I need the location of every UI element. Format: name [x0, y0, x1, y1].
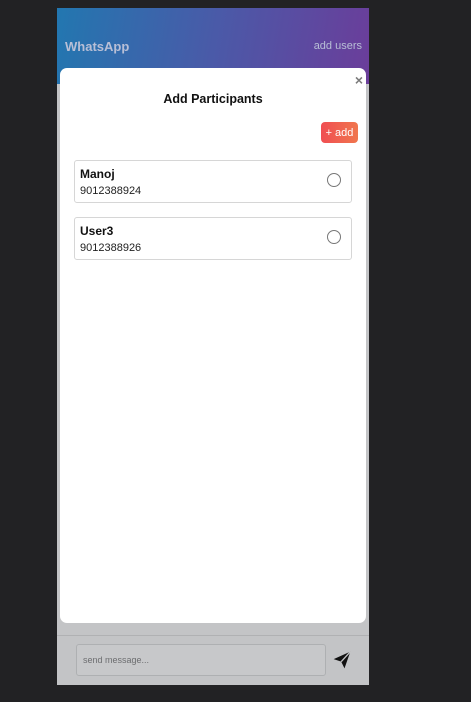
add-users-link[interactable]: add users [314, 40, 362, 52]
participant-name: User3 [80, 224, 114, 238]
participant-phone: 9012388926 [80, 242, 142, 254]
message-bar [57, 635, 369, 685]
participant-item[interactable]: User3 9012388926 [74, 217, 352, 260]
close-button[interactable]: × [355, 73, 363, 87]
send-button[interactable] [332, 650, 352, 670]
app-title: WhatsApp [65, 39, 130, 54]
participant-radio[interactable] [327, 173, 341, 187]
participant-name: Manoj [80, 167, 115, 181]
send-icon [333, 651, 351, 669]
add-participants-modal: × Add Participants + add Manoj 901238892… [60, 68, 366, 623]
participant-phone: 9012388924 [80, 185, 142, 197]
add-button[interactable]: + add [321, 122, 358, 143]
modal-title: Add Participants [163, 92, 263, 106]
participant-radio[interactable] [327, 230, 341, 244]
message-input[interactable] [76, 644, 326, 676]
participant-item[interactable]: Manoj 9012388924 [74, 160, 352, 203]
